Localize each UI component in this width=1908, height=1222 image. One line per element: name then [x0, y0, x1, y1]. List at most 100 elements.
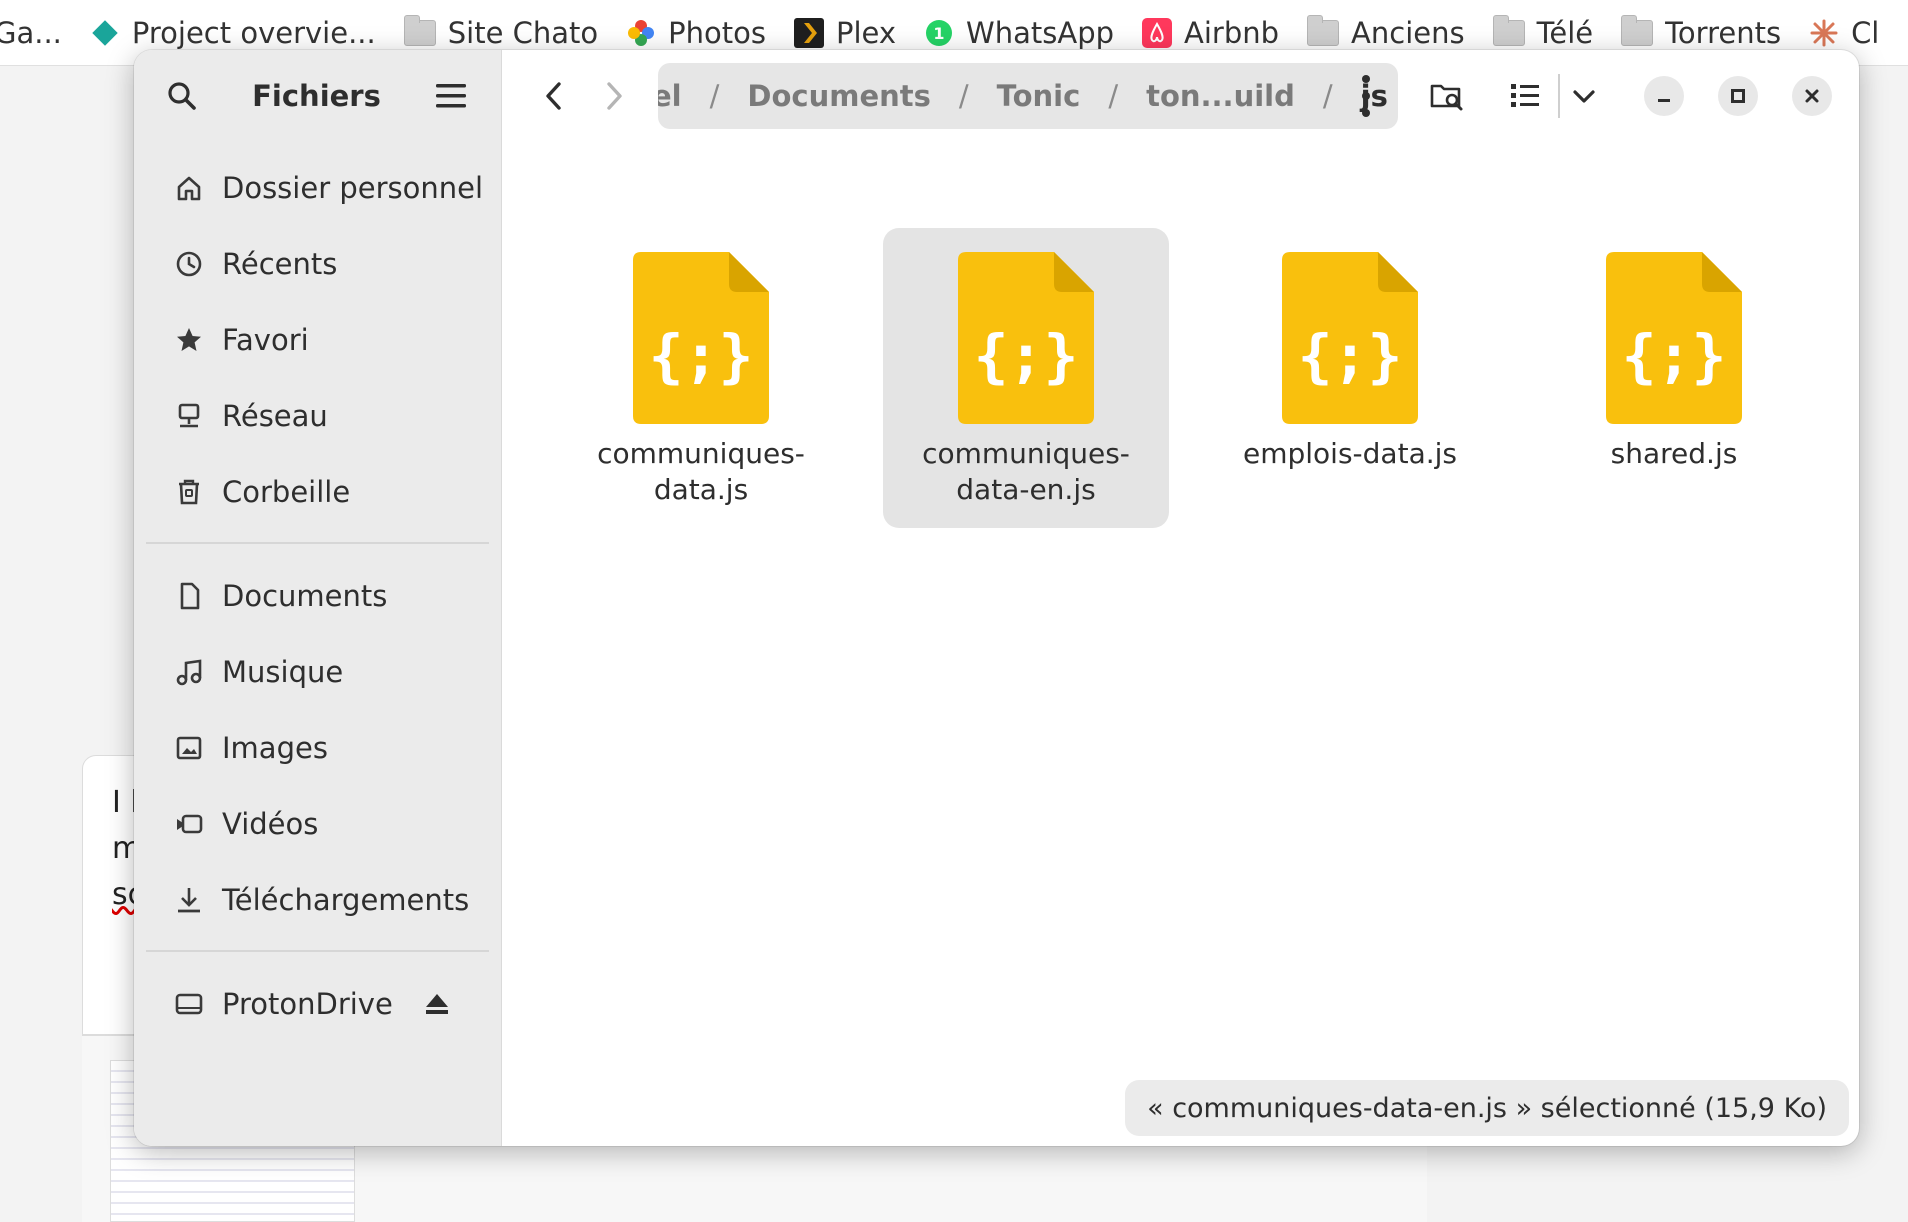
folder-search-icon [1430, 84, 1463, 111]
view-options-button[interactable] [1562, 65, 1606, 127]
chevron-left-icon [546, 82, 561, 110]
search-in-folder-button[interactable] [1416, 65, 1478, 127]
search-button[interactable] [160, 74, 204, 118]
javascript-file-icon: {;} [1282, 252, 1418, 424]
sidebar-header: Fichiers [134, 50, 501, 142]
eject-icon[interactable] [423, 990, 451, 1018]
whatsapp-icon: 1 [926, 19, 953, 46]
diamond-icon [92, 19, 118, 46]
bookmark-label: Ga... [0, 15, 62, 50]
sidebar-item-label: Récents [222, 247, 338, 281]
sidebar-item-label: ProtonDrive [222, 987, 393, 1021]
airbnb-icon [1142, 17, 1173, 48]
bookmark-label: Airbnb [1184, 15, 1280, 50]
forward-button[interactable] [584, 66, 644, 126]
breadcrumb: el / Documents / Tonic / ton...uild / js [658, 79, 1394, 113]
close-button[interactable] [1792, 76, 1832, 116]
sidebar-item-protondrive[interactable]: ProtonDrive [134, 966, 501, 1042]
bookmark-ga[interactable]: Ga... [0, 0, 76, 65]
sidebar-item-label: Images [222, 731, 328, 765]
breadcrumb-item[interactable]: ton...uild [1140, 79, 1301, 113]
svg-text:1: 1 [933, 24, 944, 43]
file-item-selected[interactable]: {;} communiques-data-en.js [883, 228, 1169, 528]
kebab-dot [1362, 92, 1370, 100]
breadcrumb-separator: / [958, 79, 969, 113]
minimize-icon [1658, 99, 1670, 102]
path-menu-button[interactable] [1356, 75, 1376, 117]
claude-icon [1810, 19, 1838, 46]
bookmarks-list: Documents Musique Images Vidéos Téléchar… [134, 558, 501, 938]
folder-icon [1621, 14, 1654, 46]
trash-icon [179, 479, 199, 505]
file-name: communiques-data-en.js [922, 437, 1130, 506]
view-split-divider [1558, 74, 1560, 118]
folder-icon [1307, 14, 1340, 46]
selection-status: « communiques-data-en.js » sélectionné (… [1125, 1080, 1849, 1136]
javascript-file-icon: {;} [1606, 252, 1742, 424]
maximize-button[interactable] [1718, 76, 1758, 116]
view-mode-button[interactable] [1494, 65, 1556, 127]
breadcrumb-item[interactable]: Documents [741, 79, 937, 113]
hamburger-icon [435, 84, 466, 108]
list-view-icon [1511, 84, 1539, 107]
drive-icon [175, 993, 203, 1015]
folder-icon [403, 14, 436, 46]
plex-icon [794, 17, 824, 48]
file-item[interactable]: {;} communiques-data.js [558, 228, 844, 528]
sidebar-item-label: Documents [222, 579, 388, 613]
svg-text:{;}: {;} [1298, 322, 1403, 390]
maximize-icon [1731, 89, 1745, 103]
document-icon [180, 582, 200, 610]
file-name: emplois-data.js [1243, 437, 1457, 470]
places-list: Dossier personnel Récents Favori Réseau … [134, 142, 501, 530]
bookmark-label: WhatsApp [966, 15, 1115, 50]
star-icon [177, 328, 201, 351]
sidebar-item-label: Téléchargements [222, 883, 470, 917]
bookmark-label: Torrents [1665, 15, 1782, 50]
sidebar-item-starred[interactable]: Favori [134, 302, 501, 378]
music-icon [176, 659, 202, 686]
sidebar-item-label: Dossier personnel [222, 171, 484, 205]
bookmark-label: Project overvie... [131, 15, 376, 50]
breadcrumb-separator: / [1108, 79, 1119, 113]
folder-icon [1492, 14, 1525, 46]
back-button[interactable] [524, 66, 584, 126]
sidebar-item-label: Corbeille [222, 475, 351, 509]
file-item[interactable]: {;} shared.js [1531, 228, 1817, 528]
sidebar-item-trash[interactable]: Corbeille [134, 454, 501, 530]
breadcrumb-item[interactable]: Tonic [991, 79, 1087, 113]
sidebar-item-videos[interactable]: Vidéos [134, 786, 501, 862]
sidebar-item-images[interactable]: Images [134, 710, 501, 786]
sidebar-item-recent[interactable]: Récents [134, 226, 501, 302]
kebab-dot [1362, 109, 1370, 117]
sidebar-item-documents[interactable]: Documents [134, 558, 501, 634]
sidebar-separator [146, 950, 489, 952]
sidebar-separator [146, 542, 489, 544]
sidebar-item-downloads[interactable]: Téléchargements [134, 862, 501, 938]
header-actions [1416, 65, 1832, 127]
svg-text:{;}: {;} [974, 322, 1079, 390]
file-name: shared.js [1610, 437, 1738, 470]
sidebar-item-music[interactable]: Musique [134, 634, 501, 710]
sidebar-item-network[interactable]: Réseau [134, 378, 501, 454]
app-title: Fichiers [252, 79, 381, 113]
sidebar-item-label: Favori [222, 323, 309, 357]
minimize-button[interactable] [1644, 76, 1684, 116]
sidebar-item-label: Vidéos [222, 807, 319, 841]
path-bar: el / Documents / Tonic / ton...uild / js [658, 63, 1398, 129]
file-manager-window: Fichiers Dossier personnel Récents Favor… [134, 50, 1859, 1146]
breadcrumb-separator: / [1322, 79, 1333, 113]
video-icon [177, 814, 203, 834]
sidebar-item-home[interactable]: Dossier personnel [134, 150, 501, 226]
image-icon [176, 736, 202, 760]
file-item[interactable]: {;} emplois-data.js [1207, 228, 1493, 528]
bookmark-label: Plex [836, 15, 897, 50]
bookmark-label: Anciens [1351, 15, 1465, 50]
clock-icon [176, 251, 202, 277]
sidebar: Fichiers Dossier personnel Récents Favor… [134, 50, 502, 1146]
breadcrumb-item[interactable]: el [658, 79, 688, 113]
main-view: el / Documents / Tonic / ton...uild / js [502, 50, 1859, 1146]
drives-list: ProtonDrive [134, 966, 501, 1042]
header-bar: el / Documents / Tonic / ton...uild / js [502, 50, 1859, 142]
main-menu-button[interactable] [429, 74, 473, 118]
